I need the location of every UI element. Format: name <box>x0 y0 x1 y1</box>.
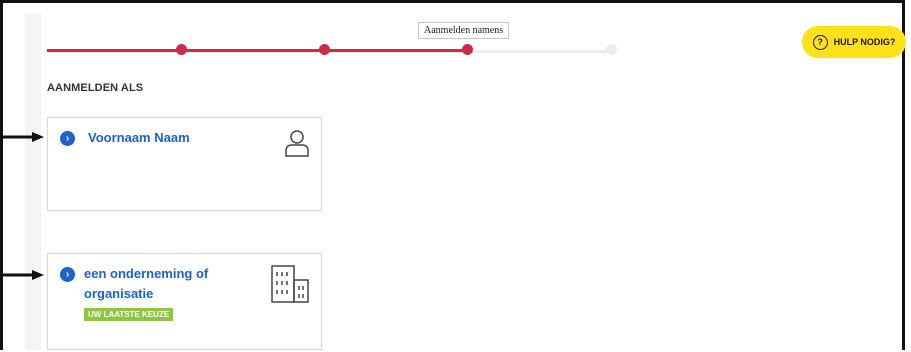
arrow-icon <box>2 270 44 280</box>
option-label: Voornaam Naam <box>88 130 190 145</box>
progress-completed <box>47 49 467 52</box>
chevron-right-icon: › <box>60 267 75 282</box>
option-card-person[interactable]: › Voornaam Naam <box>47 117 322 211</box>
progress-step-2 <box>319 44 330 55</box>
user-icon <box>285 130 309 157</box>
last-choice-badge: UW LAATSTE KEUZE <box>84 308 174 321</box>
help-button[interactable]: ? HULP NODIG? <box>802 26 906 58</box>
progress-step-1 <box>176 44 187 55</box>
option-label: een onderneming of organisatie <box>84 266 209 301</box>
progress-step-4 <box>606 44 617 55</box>
option-card-organisation[interactable]: › een onderneming of organisatie UW LAAT… <box>47 253 322 350</box>
left-margin <box>3 3 23 350</box>
help-icon: ? <box>812 34 828 50</box>
chevron-right-icon: › <box>60 131 75 146</box>
building-icon <box>271 265 309 303</box>
help-label: HULP NODIG? <box>833 37 896 47</box>
step-tooltip: Aanmelden namens <box>418 22 510 39</box>
arrow-icon <box>2 132 44 142</box>
left-rule <box>25 14 41 350</box>
section-title: AANMELDEN ALS <box>47 82 144 94</box>
progress-step-3 <box>462 44 473 55</box>
